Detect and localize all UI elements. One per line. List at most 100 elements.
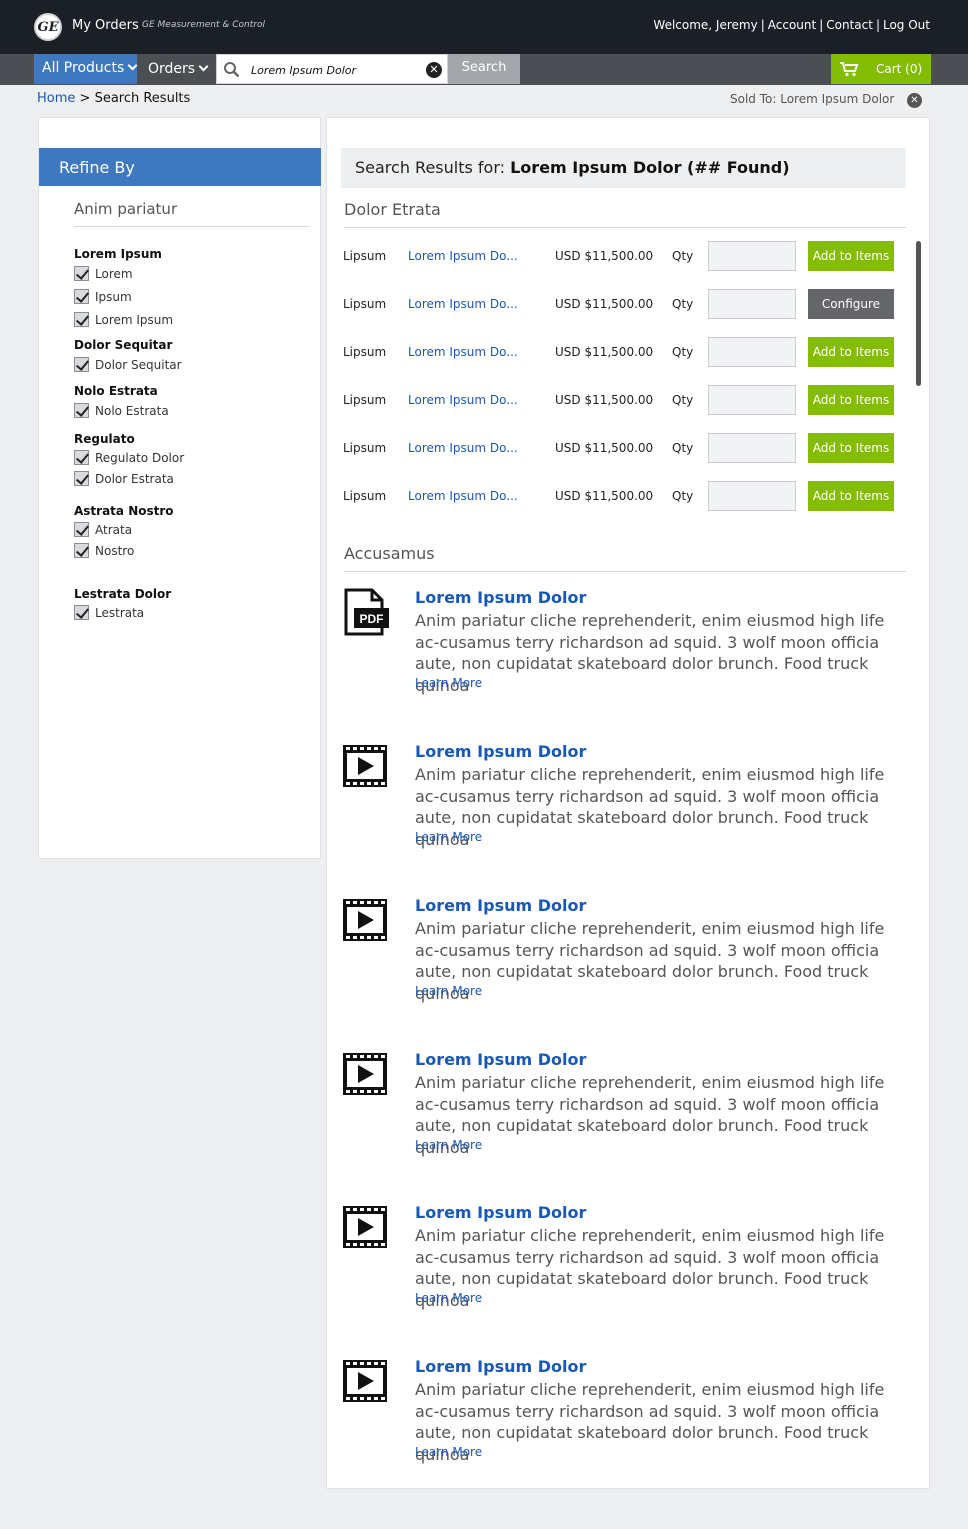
product-link[interactable]: Lorem Ipsum Do... [408,393,518,407]
search-button[interactable]: Search [448,54,520,84]
filter-checkbox[interactable]: Lorem [74,266,133,281]
filter-checkbox[interactable]: Nostro [74,543,134,558]
filter-label: Dolor Sequitar [95,357,182,372]
product-link[interactable]: Lorem Ipsum Do... [408,441,518,455]
product-name: Lipsum [343,249,387,263]
search-input[interactable] [251,61,421,79]
video-icon[interactable] [341,742,389,790]
checkbox-checked-icon[interactable] [74,543,89,558]
sold-to: Sold To: Lorem Ipsum Dolor [730,92,895,106]
cart-button[interactable]: Cart (0) [831,54,931,84]
orders-menu[interactable]: Orders [140,54,214,84]
account-link[interactable]: Account [768,18,816,32]
refine-sidebar: Refine By Anim pariatur Lorem Ipsum Lore… [38,117,321,859]
product-link[interactable]: Lorem Ipsum Do... [408,249,518,263]
doc-item: Lorem Ipsum Dolor Anim pariatur cliche r… [341,896,906,1016]
product-link[interactable]: Lorem Ipsum Do... [408,345,518,359]
qty-input[interactable] [708,385,796,415]
video-icon[interactable] [341,1357,389,1405]
doc-title[interactable]: Lorem Ipsum Dolor [415,896,586,915]
qty-label: Qty [672,345,694,359]
search-icon[interactable] [223,61,240,78]
checkbox-checked-icon[interactable] [74,289,89,304]
logout-link[interactable]: Log Out [883,18,930,32]
add-to-items-button[interactable]: Add to Items [808,433,894,463]
products-scrollbar[interactable] [916,241,921,386]
video-icon[interactable] [341,1203,389,1251]
doc-title[interactable]: Lorem Ipsum Dolor [415,1050,586,1069]
doc-item: PDF Lorem Ipsum Dolor Anim pariatur clic… [341,588,906,708]
product-link[interactable]: Lorem Ipsum Do... [408,297,518,311]
qty-input[interactable] [708,337,796,367]
configure-button[interactable]: Configure [808,289,894,319]
doc-title[interactable]: Lorem Ipsum Dolor [415,1357,586,1376]
checkbox-checked-icon[interactable] [74,266,89,281]
breadcrumb-current: Search Results [94,91,191,106]
filter-checkbox[interactable]: Lorem Ipsum [74,312,173,327]
qty-label: Qty [672,441,694,455]
filter-checkbox[interactable]: Nolo Estrata [74,403,169,418]
filter-checkbox[interactable]: Ipsum [74,289,132,304]
filter-group-title: Astrata Nostro [74,504,174,518]
doc-item: Lorem Ipsum Dolor Anim pariatur cliche r… [341,1203,906,1323]
qty-input[interactable] [708,289,796,319]
video-icon[interactable] [341,896,389,944]
nav-bar: All Products Orders ✕ Search Cart (0) [0,54,968,85]
learn-more-link[interactable]: Learn More [415,984,482,998]
all-products-label: All Products [42,60,125,76]
filter-checkbox[interactable]: Lestrata [74,605,144,620]
filter-label: Atrata [95,522,133,537]
qty-label: Qty [672,393,694,407]
doc-title[interactable]: Lorem Ipsum Dolor [415,1203,586,1222]
close-icon[interactable]: ✕ [907,93,922,108]
checkbox-checked-icon[interactable] [74,450,89,465]
filter-label: Dolor Estrata [95,471,174,486]
doc-title[interactable]: Lorem Ipsum Dolor [415,742,586,761]
add-to-items-button[interactable]: Add to Items [808,337,894,367]
filter-label: Ipsum [95,289,132,304]
pdf-icon[interactable]: PDF [341,588,389,636]
product-name: Lipsum [343,297,387,311]
add-to-items-button[interactable]: Add to Items [808,385,894,415]
learn-more-link[interactable]: Learn More [415,830,482,844]
products-heading: Dolor Etrata [344,200,906,228]
orders-label: Orders [148,61,196,77]
doc-item: Lorem Ipsum Dolor Anim pariatur cliche r… [341,1357,906,1477]
filter-group-title: Regulato [74,432,135,446]
learn-more-link[interactable]: Learn More [415,1445,482,1459]
checkbox-checked-icon[interactable] [74,357,89,372]
doc-title[interactable]: Lorem Ipsum Dolor [415,588,586,607]
checkbox-checked-icon[interactable] [74,471,89,486]
filter-checkbox[interactable]: Regulato Dolor [74,450,184,465]
learn-more-link[interactable]: Learn More [415,676,482,690]
add-to-items-button[interactable]: Add to Items [808,241,894,271]
checkbox-checked-icon[interactable] [74,522,89,537]
checkbox-checked-icon[interactable] [74,605,89,620]
all-products-menu[interactable]: All Products [34,54,138,84]
qty-input[interactable] [708,481,796,511]
product-name: Lipsum [343,441,387,455]
learn-more-link[interactable]: Learn More [415,1138,482,1152]
filter-label: Lorem [95,266,133,281]
filter-checkbox[interactable]: Dolor Sequitar [74,357,182,372]
breadcrumb-home[interactable]: Home [37,91,75,106]
chevron-down-icon [127,60,138,71]
checkbox-checked-icon[interactable] [74,312,89,327]
add-to-items-button[interactable]: Add to Items [808,481,894,511]
filter-checkbox[interactable]: Atrata [74,522,132,537]
learn-more-link[interactable]: Learn More [415,1291,482,1305]
filter-checkbox[interactable]: Dolor Estrata [74,471,174,486]
clear-search-icon[interactable]: ✕ [426,62,442,78]
product-link[interactable]: Lorem Ipsum Do... [408,489,518,503]
top-bar: GE My Orders GE Measurement & Control We… [0,0,968,54]
video-icon[interactable] [341,1050,389,1098]
ge-logo[interactable]: GE [34,13,62,41]
checkbox-checked-icon[interactable] [74,403,89,418]
qty-input[interactable] [708,433,796,463]
product-name: Lipsum [343,393,387,407]
product-price: USD $11,500.00 [555,489,654,503]
contact-link[interactable]: Contact [826,18,873,32]
qty-input[interactable] [708,241,796,271]
cart-label: Cart (0) [876,62,923,76]
results-header: Search Results for: Lorem Ipsum Dolor (#… [341,148,906,188]
